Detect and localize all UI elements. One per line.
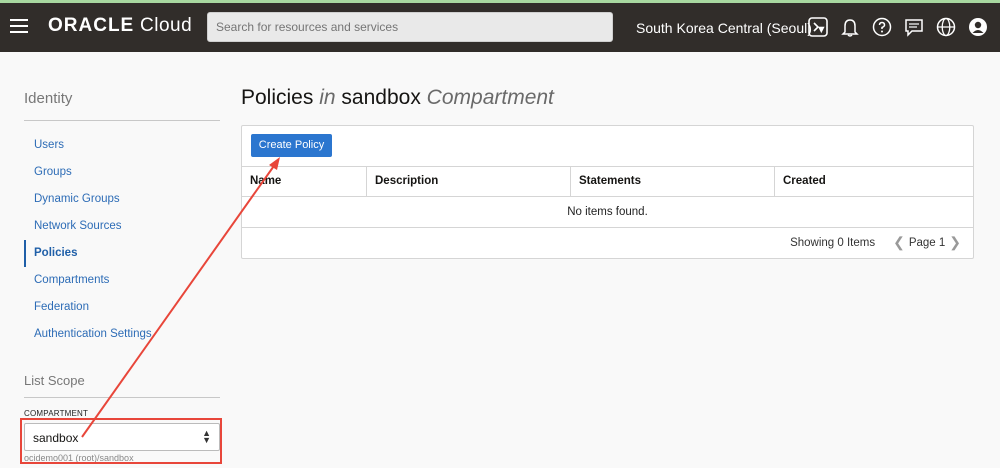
empty-state-message: No items found.	[242, 198, 973, 228]
compartment-label: COMPARTMENT	[24, 409, 89, 418]
annotation-highlight-box	[20, 418, 222, 464]
brand-logo[interactable]: ORACLE Cloud	[48, 15, 192, 37]
column-header-statements[interactable]: Statements	[571, 167, 775, 196]
page-title: Policies in sandbox Compartment	[241, 86, 554, 109]
sidebar-item-policies[interactable]: Policies	[24, 240, 220, 267]
table-footer: Showing 0 Items ❮ Page 1 ❯	[790, 234, 965, 251]
bell-icon[interactable]	[839, 16, 861, 38]
policies-table-panel: Create Policy Name Description Statement…	[241, 125, 974, 259]
help-icon[interactable]	[871, 16, 893, 38]
next-page-icon[interactable]: ❯	[949, 234, 961, 251]
prev-page-icon[interactable]: ❮	[893, 234, 905, 251]
item-count: Showing 0 Items	[790, 236, 876, 249]
search-input[interactable]	[207, 12, 613, 42]
column-header-description[interactable]: Description	[367, 167, 571, 196]
divider	[24, 397, 220, 398]
chat-icon[interactable]	[903, 16, 925, 38]
sidebar-item-compartments[interactable]: Compartments	[24, 267, 220, 294]
region-selector[interactable]: South Korea Central (Seoul) ▼	[636, 20, 827, 36]
region-label: South Korea Central (Seoul)	[636, 20, 812, 36]
cloud-shell-icon[interactable]	[807, 16, 829, 38]
user-icon[interactable]	[967, 16, 989, 38]
sidebar-item-authentication-settings[interactable]: Authentication Settings	[24, 321, 220, 348]
sidebar-item-dynamic-groups[interactable]: Dynamic Groups	[24, 186, 220, 213]
create-policy-button[interactable]: Create Policy	[251, 134, 332, 157]
column-header-name[interactable]: Name	[242, 167, 367, 196]
divider	[24, 120, 220, 121]
hamburger-icon[interactable]	[10, 19, 28, 33]
table-header: Name Description Statements Created	[242, 166, 973, 197]
sidebar-heading: Identity	[24, 90, 73, 107]
sidebar-item-users[interactable]: Users	[24, 132, 220, 159]
top-bar: ORACLE Cloud South Korea Central (Seoul)…	[0, 0, 1000, 52]
sidebar-nav: Users Groups Dynamic Groups Network Sour…	[24, 132, 220, 348]
column-header-created[interactable]: Created	[775, 167, 973, 196]
sidebar-item-groups[interactable]: Groups	[24, 159, 220, 186]
sidebar-item-network-sources[interactable]: Network Sources	[24, 213, 220, 240]
sidebar-item-federation[interactable]: Federation	[24, 294, 220, 321]
globe-icon[interactable]	[935, 16, 957, 38]
page-indicator: Page 1	[908, 236, 946, 249]
list-scope-heading: List Scope	[24, 373, 85, 388]
